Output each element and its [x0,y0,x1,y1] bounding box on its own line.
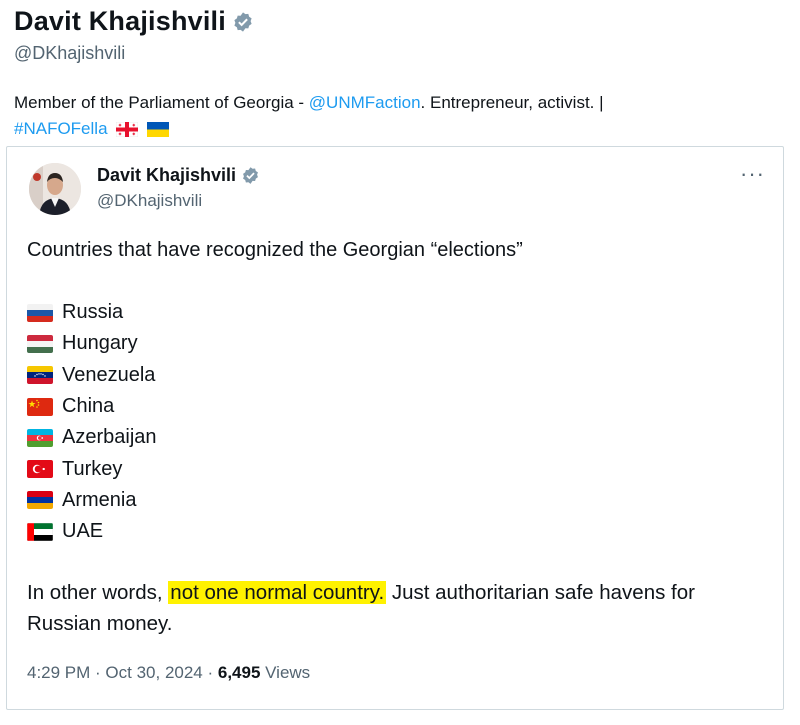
russia-flag-icon [27,303,53,322]
ukraine-flag-icon [147,122,169,138]
country-name: Russia [62,301,124,324]
list-item: Armenia [27,485,157,516]
profile-name[interactable]: Davit Khajishvili [14,6,254,37]
avatar[interactable] [29,163,81,215]
tweet-author-handle[interactable]: @DKhajishvili [97,191,202,211]
views-count: 6,495 [217,663,261,682]
tweet-meta: 4:29 PM · Oct 30, 2024 · 6,495 Views [27,663,310,683]
venezuela-flag-icon [27,366,53,385]
georgia-flag-icon [116,122,139,138]
tweet-timestamp[interactable]: 4:29 PM · Oct 30, 2024 · [27,663,218,682]
verified-badge-icon [234,11,252,32]
country-name: UAE [62,520,104,543]
list-item: China [27,391,157,422]
bio-text: Member of the Parliament of Georgia - [14,93,309,112]
country-name: Armenia [62,488,137,511]
country-name: Hungary [62,332,138,355]
hungary-flag-icon [27,334,53,353]
bio-text-2: . Entrepreneur, activist. | [420,93,604,112]
profile-handle[interactable]: @DKhajishvili [14,43,254,64]
tweet-author-name-text[interactable]: Davit Khajishvili [97,165,236,186]
uae-flag-icon [27,522,53,541]
country-name: Azerbaijan [62,426,157,449]
profile-bio: Member of the Parliament of Georgia - @U… [14,90,774,142]
tweet-closing-text: In other words, not one normal country. … [27,577,767,639]
list-item: Azerbaijan [27,422,157,453]
tweet-author-name[interactable]: Davit Khajishvili [97,165,260,186]
list-item: Turkey [27,453,157,484]
list-item: Russia [27,297,157,328]
avatar-photo [29,163,81,215]
closing-text-start: In other words, [27,581,169,604]
profile-header: Davit Khajishvili @DKhajishvili [14,6,254,64]
china-flag-icon [27,397,53,416]
list-item: Hungary [27,328,157,359]
bio-hashtag-link[interactable]: #NAFOFella [14,119,108,138]
country-name: China [62,395,115,418]
highlighted-phrase: not one normal country. [168,581,387,604]
list-item: Venezuela [27,360,157,391]
bio-mention-link[interactable]: @UNMFaction [309,93,421,112]
azerbaijan-flag-icon [27,428,53,447]
list-item: UAE [27,516,157,547]
more-options-icon[interactable]: ··· [740,161,765,187]
quoted-tweet-card[interactable]: Davit Khajishvili @DKhajishvili ··· Coun… [6,146,784,710]
verified-badge-icon [243,167,258,184]
turkey-flag-icon [27,460,53,479]
profile-name-text[interactable]: Davit Khajishvili [14,6,226,37]
armenia-flag-icon [27,491,53,510]
country-name: Turkey [62,457,123,480]
country-list: Russia Hungary Venezuela China Azerbaija… [27,297,157,547]
views-label: Views [260,663,311,682]
country-name: Venezuela [62,363,156,386]
tweet-intro-text: Countries that have recognized the Georg… [27,239,523,261]
